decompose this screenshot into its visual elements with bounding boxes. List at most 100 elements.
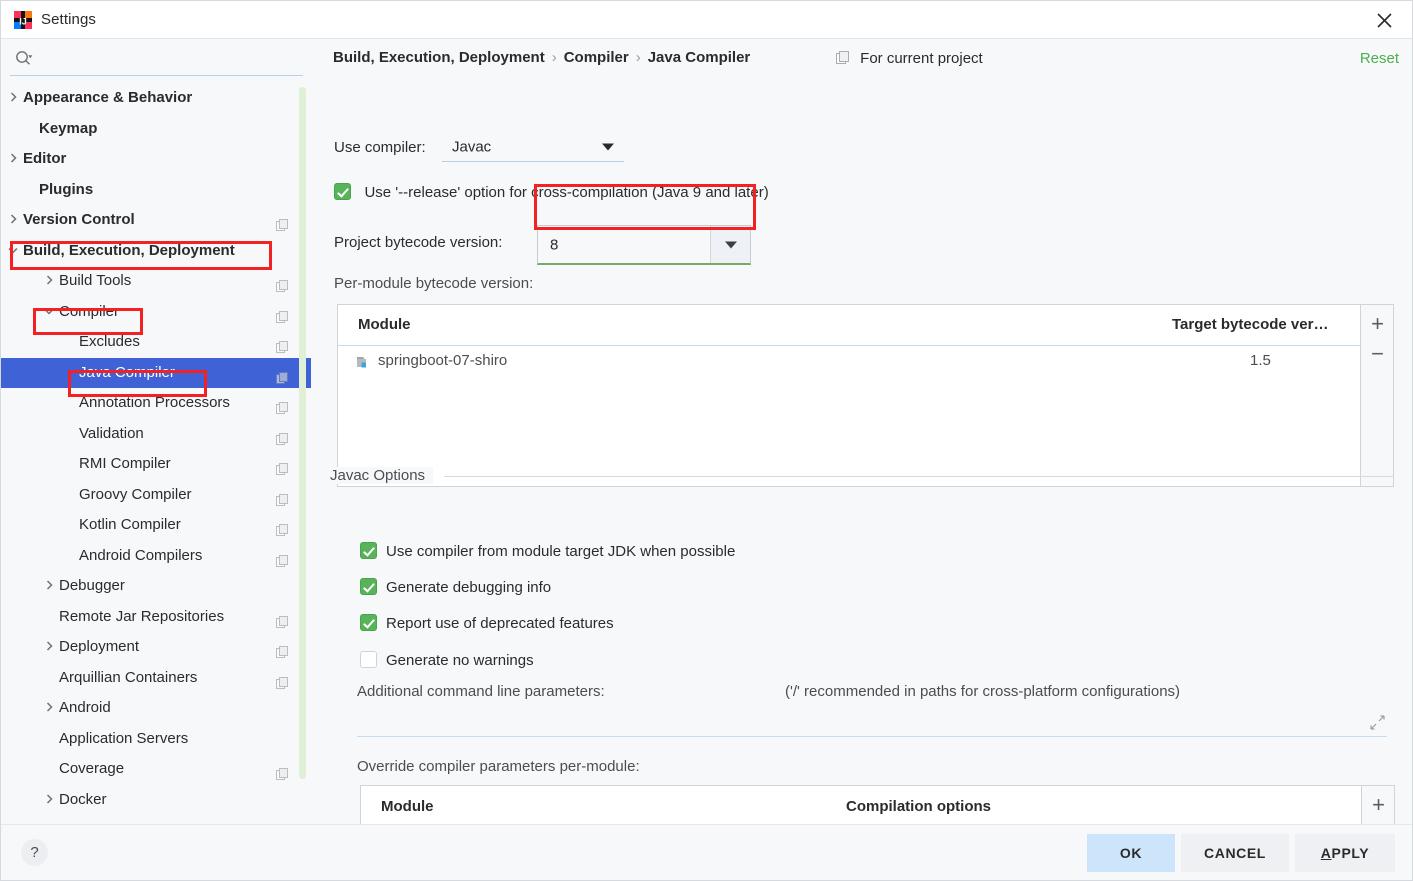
sidebar-item-label: Coverage bbox=[59, 760, 125, 777]
sidebar-item-excludes[interactable]: Excludes bbox=[1, 327, 311, 358]
sidebar-item-plugins[interactable]: Plugins bbox=[1, 175, 311, 206]
breadcrumb-item[interactable]: Compiler bbox=[564, 49, 629, 66]
sidebar-item-label: Appearance & Behavior bbox=[23, 89, 193, 106]
chevron-right-icon[interactable] bbox=[5, 83, 21, 114]
search-row bbox=[1, 39, 311, 77]
chevron-right-icon[interactable] bbox=[41, 693, 57, 724]
sidebar-item-appearance-behavior[interactable]: Appearance & Behavior bbox=[1, 83, 311, 114]
sidebar-item-java-compiler[interactable]: Java Compiler bbox=[1, 357, 311, 388]
close-icon[interactable] bbox=[1356, 1, 1412, 39]
copy-settings-icon[interactable] bbox=[276, 640, 289, 658]
chevron-right-icon[interactable] bbox=[41, 266, 57, 297]
expand-arrows-icon[interactable] bbox=[1370, 715, 1385, 735]
sidebar-item-label: Plugins bbox=[39, 180, 94, 198]
copy-settings-icon[interactable] bbox=[276, 488, 289, 506]
table-header: Module Compilation options bbox=[361, 786, 1394, 824]
sidebar-item-rmi-compiler[interactable]: RMI Compiler bbox=[1, 449, 311, 480]
additional-params-input[interactable] bbox=[357, 705, 1387, 737]
sidebar-item-annotation-processors[interactable]: Annotation Processors bbox=[1, 388, 311, 419]
javac-option-label: Generate debugging info bbox=[386, 579, 552, 596]
sidebar-item-arquillian-containers[interactable]: Arquillian Containers bbox=[1, 663, 311, 694]
chevron-right-icon[interactable] bbox=[41, 785, 57, 816]
copy-settings-icon[interactable] bbox=[276, 671, 289, 689]
sidebar-item-validation[interactable]: Validation bbox=[1, 419, 311, 450]
sidebar-item-label: Editor bbox=[23, 150, 67, 167]
table-row[interactable]: springboot-07-shiro 1.5 bbox=[338, 346, 1393, 378]
copy-settings-icon[interactable] bbox=[276, 610, 289, 628]
search-underline bbox=[10, 75, 303, 76]
sidebar-scrollbar[interactable] bbox=[299, 87, 306, 779]
add-module-button[interactable]: + bbox=[1361, 313, 1394, 335]
sidebar-item-remote-jar-repositories[interactable]: Remote Jar Repositories bbox=[1, 602, 311, 633]
breadcrumb: Build, Execution, Deployment › Compiler › Ja… bbox=[333, 49, 750, 66]
sidebar-item-label: Compiler bbox=[59, 302, 120, 320]
search-input[interactable] bbox=[35, 45, 301, 71]
release-option-checkbox-row[interactable]: Use '--release' option for cross-compila… bbox=[334, 183, 769, 202]
javac-option-label: Use compiler from module target JDK when… bbox=[386, 543, 736, 560]
sidebar-item-groovy-compiler[interactable]: Groovy Compiler bbox=[1, 480, 311, 511]
javac-option-checkbox-0[interactable] bbox=[360, 542, 377, 559]
sidebar-item-kotlin-compiler[interactable]: Kotlin Compiler bbox=[1, 510, 311, 541]
javac-option-row-3[interactable]: Generate no warnings bbox=[360, 651, 534, 670]
sidebar-item-label: Java Compiler bbox=[79, 363, 175, 381]
add-override-button[interactable]: + bbox=[1362, 794, 1395, 816]
help-button[interactable]: ? bbox=[21, 839, 48, 866]
chevron-down-icon[interactable] bbox=[41, 297, 57, 328]
cancel-button[interactable]: CANCEL bbox=[1181, 834, 1289, 872]
override-params-table: Module Compilation options springboot-07… bbox=[360, 785, 1395, 824]
sidebar-item-docker[interactable]: Docker bbox=[1, 785, 311, 816]
scope-selector[interactable]: For current project bbox=[836, 50, 983, 69]
sidebar-item-label: Android Compilers bbox=[79, 546, 203, 564]
apply-button[interactable]: APPLY bbox=[1295, 834, 1395, 872]
chevron-down-icon[interactable] bbox=[5, 236, 21, 267]
sidebar-item-version-control[interactable]: Version Control bbox=[1, 205, 311, 236]
copy-settings-icon[interactable] bbox=[276, 427, 289, 445]
copy-settings-icon[interactable] bbox=[276, 762, 289, 780]
javac-option-row-2[interactable]: Report use of deprecated features bbox=[360, 614, 614, 633]
release-option-checkbox[interactable] bbox=[334, 183, 351, 200]
copy-settings-icon[interactable] bbox=[276, 396, 289, 414]
sidebar-item-label: Annotation Processors bbox=[79, 394, 230, 411]
copy-settings-icon[interactable] bbox=[276, 518, 289, 536]
chevron-right-icon[interactable] bbox=[5, 144, 21, 175]
remove-module-button[interactable]: − bbox=[1361, 343, 1394, 365]
javac-option-row-1[interactable]: Generate debugging info bbox=[360, 578, 551, 597]
breadcrumb-item[interactable]: Build, Execution, Deployment bbox=[333, 49, 545, 66]
ok-button[interactable]: OK bbox=[1087, 834, 1175, 872]
sidebar-item-build-execution-deployment[interactable]: Build, Execution, Deployment bbox=[1, 236, 311, 267]
sidebar-item-coverage[interactable]: Coverage bbox=[1, 754, 311, 785]
sidebar-item-build-tools[interactable]: Build Tools bbox=[1, 266, 311, 297]
javac-option-row-0[interactable]: Use compiler from module target JDK when… bbox=[360, 542, 735, 561]
copy-settings-icon[interactable] bbox=[276, 213, 289, 231]
copy-settings-icon[interactable] bbox=[276, 549, 289, 567]
sidebar-item-application-servers[interactable]: Application Servers bbox=[1, 724, 311, 755]
chevron-right-icon[interactable] bbox=[41, 571, 57, 602]
breadcrumb-separator: › bbox=[551, 49, 557, 66]
additional-params-label: Additional command line parameters: bbox=[357, 683, 605, 700]
copy-settings-icon[interactable] bbox=[276, 457, 289, 475]
javac-option-checkbox-2[interactable] bbox=[360, 614, 377, 631]
javac-option-checkbox-1[interactable] bbox=[360, 578, 377, 595]
settings-sidebar: Appearance & Behavior Keymap Editor Plugins… bbox=[1, 39, 311, 824]
use-compiler-value: Javac bbox=[452, 138, 492, 155]
breadcrumb-item[interactable]: Java Compiler bbox=[648, 49, 751, 66]
copy-settings-icon[interactable] bbox=[276, 335, 289, 353]
reset-link[interactable]: Reset bbox=[1360, 50, 1399, 67]
chevron-right-icon[interactable] bbox=[5, 205, 21, 236]
sidebar-item-keymap[interactable]: Keymap bbox=[1, 114, 311, 145]
sidebar-item-debugger[interactable]: Debugger bbox=[1, 571, 311, 602]
sidebar-item-android[interactable]: Android bbox=[1, 693, 311, 724]
javac-option-checkbox-3[interactable] bbox=[360, 651, 377, 668]
sidebar-item-label: Deployment bbox=[59, 638, 140, 655]
sidebar-item-label: Keymap bbox=[39, 119, 98, 137]
copy-settings-icon[interactable] bbox=[276, 366, 289, 384]
sidebar-item-android-compilers[interactable]: Android Compilers bbox=[1, 541, 311, 572]
sidebar-item-compiler[interactable]: Compiler bbox=[1, 297, 311, 328]
chevron-right-icon[interactable] bbox=[41, 632, 57, 663]
use-compiler-dropdown[interactable]: Javac bbox=[442, 132, 624, 162]
project-bytecode-dropdown[interactable]: 8 bbox=[537, 225, 751, 265]
sidebar-item-editor[interactable]: Editor bbox=[1, 144, 311, 175]
copy-settings-icon[interactable] bbox=[276, 274, 289, 292]
sidebar-item-deployment[interactable]: Deployment bbox=[1, 632, 311, 663]
copy-settings-icon[interactable] bbox=[276, 305, 289, 323]
